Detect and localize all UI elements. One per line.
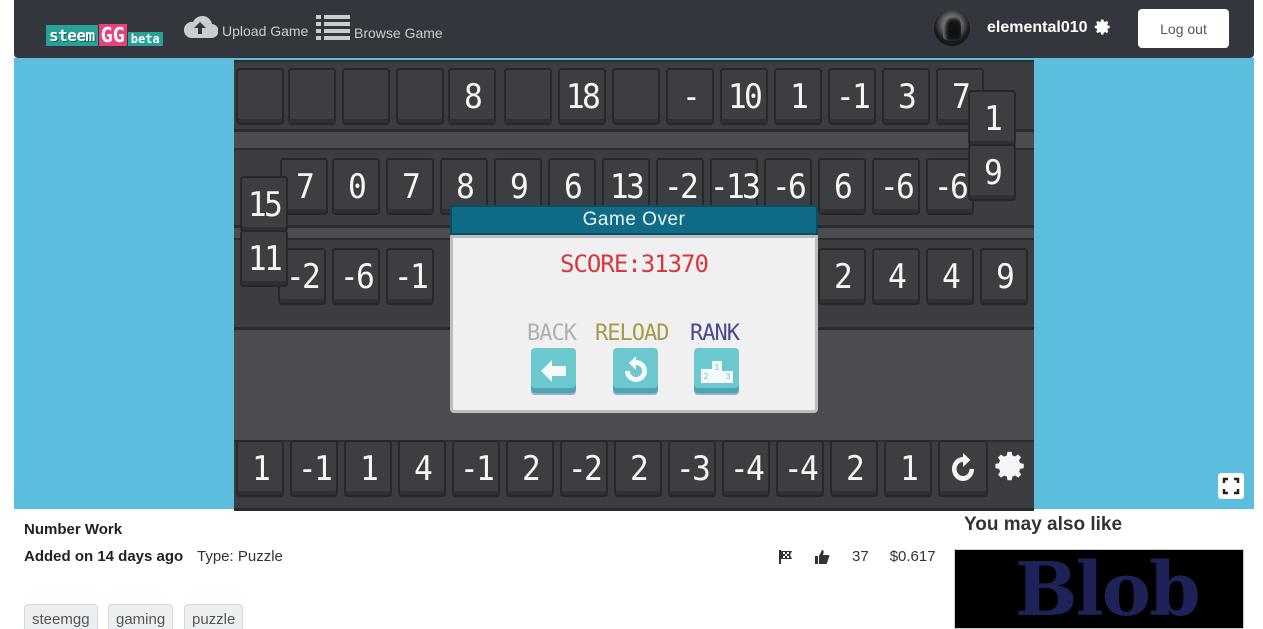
tile-bottom-row[interactable]: -1 <box>452 440 500 497</box>
tile-bottom-row[interactable]: 2 <box>506 440 554 497</box>
list-icon <box>316 15 350 40</box>
steemgg-logo[interactable]: steem GG beta <box>46 18 163 46</box>
game-over-dialog: SCORE:31370 BACK RELOAD RANK 1 2 3 <box>450 235 818 413</box>
fullscreen-icon <box>1222 477 1240 495</box>
tile-row2[interactable]: 0 <box>332 158 380 215</box>
podium-digit-2: 2 <box>703 372 708 381</box>
cloud-upload-icon <box>183 15 218 39</box>
rank-label: RANK <box>690 321 740 346</box>
tile-row3[interactable]: 2 <box>818 248 866 305</box>
logo-gg: GG <box>98 23 127 47</box>
tile-right-stack[interactable]: 9 <box>968 144 1016 201</box>
tile-row2[interactable]: 7 <box>386 158 434 215</box>
tile-left-stack[interactable]: 15 <box>240 176 288 233</box>
tile-row1[interactable]: 1 <box>774 68 822 125</box>
podium-digit-3: 3 <box>725 372 730 381</box>
tile-row1[interactable] <box>236 68 284 125</box>
navbar: steem GG beta Upload Game Browse Game el… <box>14 0 1254 58</box>
tile-row1[interactable]: - <box>666 68 714 125</box>
suggested-game-thumbnail[interactable]: Blob <box>954 549 1244 629</box>
browse-game-link[interactable]: Browse Game <box>316 14 443 42</box>
flag-icon[interactable] <box>778 549 794 565</box>
arrow-left-icon <box>540 359 566 382</box>
tile-bottom-row[interactable]: 2 <box>830 440 878 497</box>
browse-game-label: Browse Game <box>354 25 443 41</box>
payout-value: $0.617 <box>889 548 936 565</box>
tile-right-stack[interactable]: 1 <box>968 90 1016 147</box>
logo-beta: beta <box>127 32 163 46</box>
tile-row2[interactable]: -6 <box>926 158 974 215</box>
tile-row3[interactable]: -6 <box>332 248 380 305</box>
tile-bottom-row[interactable]: 2 <box>614 440 662 497</box>
tile-row3[interactable]: 4 <box>872 248 920 305</box>
tile-bottom-row[interactable]: -1 <box>290 440 338 497</box>
fullscreen-button[interactable] <box>1218 473 1244 499</box>
tile-row1[interactable]: 8 <box>448 68 496 125</box>
tile-row3[interactable]: 4 <box>926 248 974 305</box>
tile-bottom-row[interactable]: 4 <box>398 440 446 497</box>
added-date: Added on 14 days ago <box>24 548 184 565</box>
avatar[interactable] <box>934 10 970 46</box>
game-over-title: Game Over <box>450 205 818 235</box>
game-frame: 8 18-10 1 -1 3 7 7 0 7 8 9 6 13 -2 -13 -6 6 -6 -6 -2 -6 -1 2… <box>14 58 1254 511</box>
tag-gaming[interactable]: gaming <box>108 604 174 629</box>
score-text: SCORE:31370 <box>560 250 709 278</box>
podium-digit-1: 1 <box>714 363 719 372</box>
settings-gear-icon[interactable] <box>994 449 1028 483</box>
back-button[interactable] <box>531 348 576 393</box>
tile-row1[interactable]: 3 <box>882 68 930 125</box>
podium-icon: 1 2 3 <box>700 360 733 383</box>
tile-bottom-row[interactable]: -3 <box>668 440 716 497</box>
gear-icon[interactable] <box>1094 18 1112 36</box>
thumbs-up-icon[interactable] <box>814 549 830 565</box>
tile-left-stack[interactable]: 11 <box>240 230 288 287</box>
tile-row3[interactable]: 9 <box>980 248 1028 305</box>
tile-row2[interactable]: 6 <box>818 158 866 215</box>
logout-button[interactable]: Log out <box>1138 9 1229 48</box>
tile-row1[interactable] <box>612 68 660 125</box>
rank-button[interactable]: 1 2 3 <box>694 348 739 393</box>
tile-row1[interactable]: 18 <box>558 68 606 125</box>
tile-bottom-row[interactable]: 1 <box>236 440 284 497</box>
you-may-also-like-heading: You may also like <box>964 514 1123 535</box>
game-type: Type: Puzzle <box>197 548 283 565</box>
reload-label: RELOAD <box>595 321 669 346</box>
game-stats: 37 $0.617 <box>778 548 936 565</box>
tile-row2[interactable]: -6 <box>872 158 920 215</box>
tile-bottom-row[interactable]: 1 <box>884 440 932 497</box>
reload-icon <box>624 355 647 382</box>
back-label: BACK <box>527 321 577 346</box>
upload-game-label: Upload Game <box>222 23 309 39</box>
tile-row1[interactable]: -1 <box>828 68 876 125</box>
upload-game-link[interactable]: Upload Game <box>182 14 308 40</box>
tile-row1[interactable] <box>396 68 444 125</box>
tile-row3[interactable]: -1 <box>386 248 434 305</box>
tile-row1[interactable] <box>342 68 390 125</box>
username[interactable]: elemental010 <box>987 19 1088 37</box>
like-count: 37 <box>852 548 869 565</box>
tile-bottom-row[interactable]: 1 <box>344 440 392 497</box>
tile-row1[interactable] <box>504 68 552 125</box>
tile-row1[interactable] <box>288 68 336 125</box>
tile-bottom-row[interactable]: -2 <box>560 440 608 497</box>
tile-bottom-row[interactable]: -4 <box>776 440 824 497</box>
reload-button[interactable] <box>613 348 658 393</box>
undo-tile[interactable] <box>938 440 988 497</box>
game-canvas[interactable]: 8 18-10 1 -1 3 7 7 0 7 8 9 6 13 -2 -13 -6 6 -6 -6 -2 -6 -1 2… <box>234 60 1034 511</box>
tag-puzzle[interactable]: puzzle <box>184 604 244 629</box>
suggested-game-thumb-text: Blob <box>1015 549 1201 629</box>
tile-bottom-row[interactable]: -4 <box>722 440 770 497</box>
tag-steemgg[interactable]: steemgg <box>24 604 98 629</box>
tile-row1[interactable]: 10 <box>720 68 768 125</box>
game-title: Number Work <box>24 521 123 538</box>
logo-steem: steem <box>46 25 98 46</box>
undo-icon <box>951 452 975 481</box>
